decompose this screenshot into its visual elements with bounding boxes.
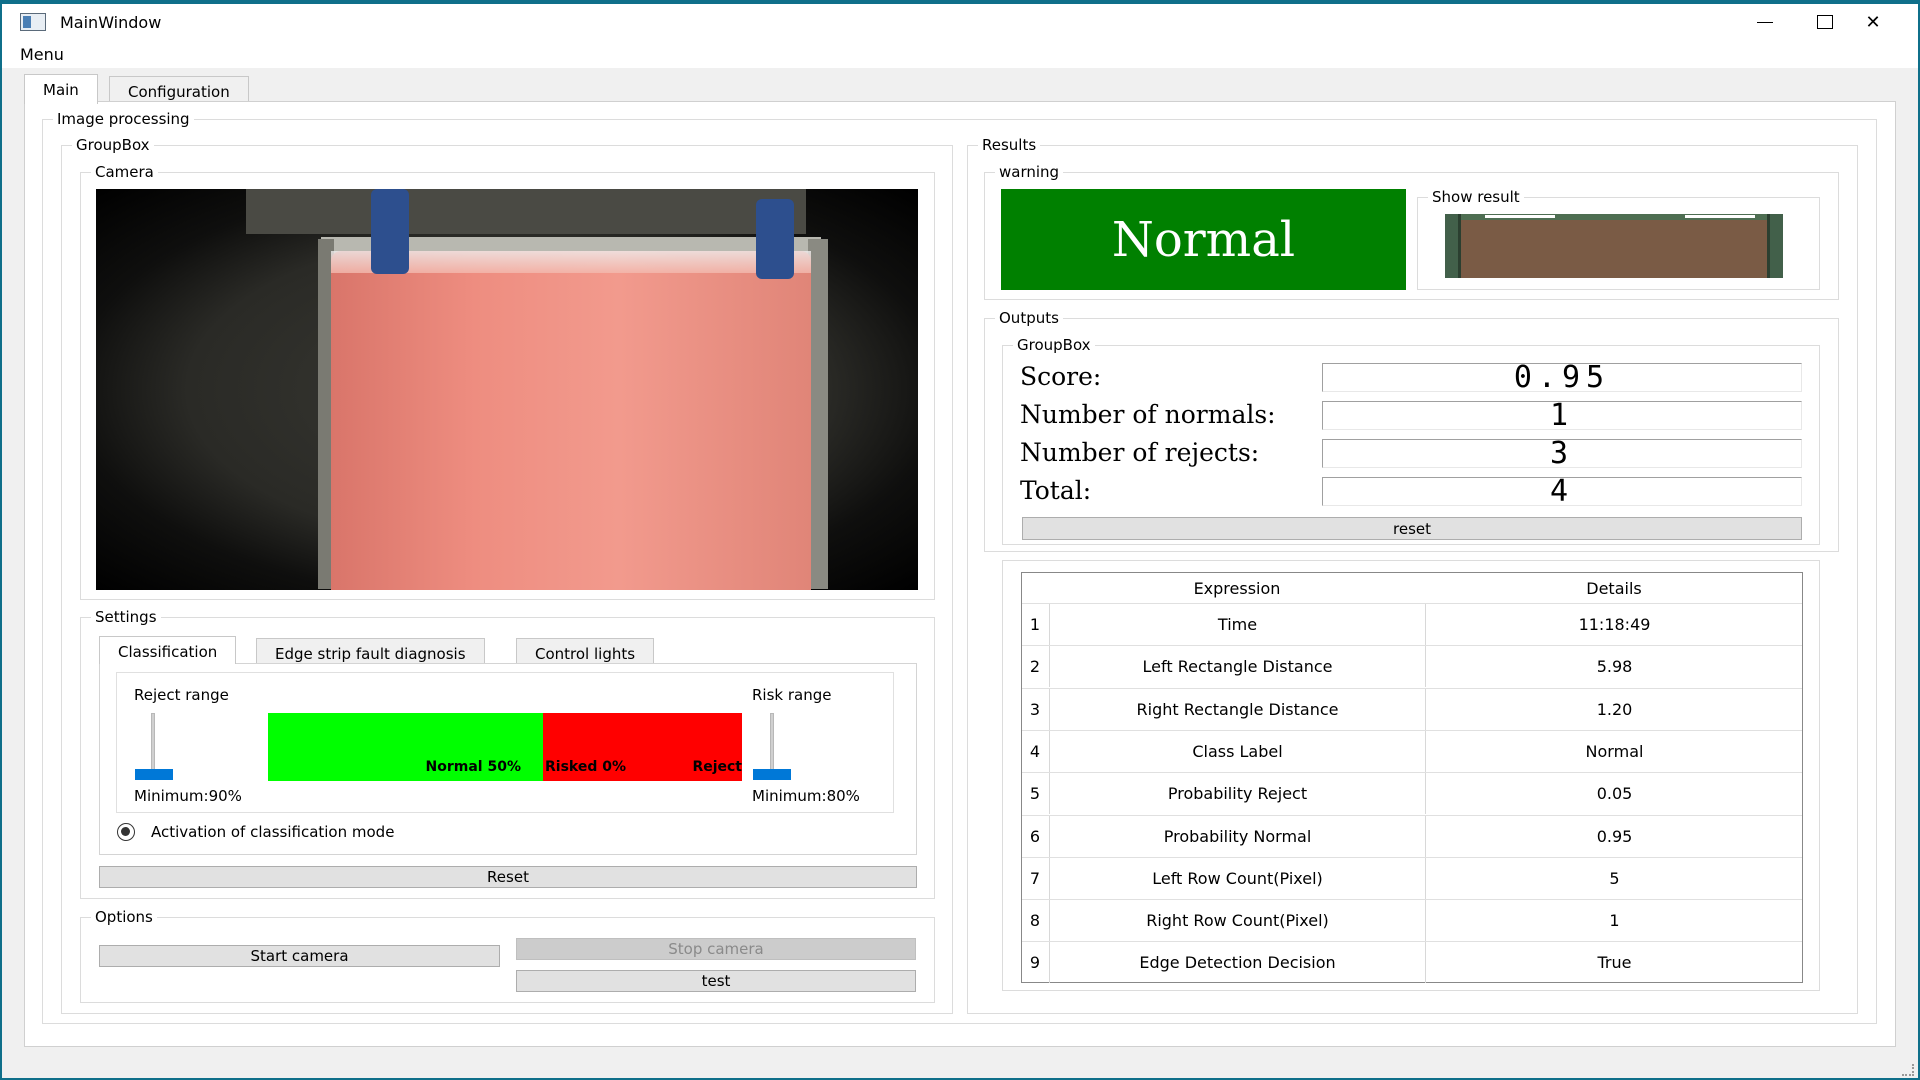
table-cell-expression[interactable]: Probability Normal [1049,815,1425,857]
table-cell-expression[interactable]: Edge Detection Decision [1049,942,1425,984]
number-of-normals-label: Number of normals: [1020,400,1276,429]
table-row-number: 2 [1029,657,1041,677]
menu-item-menu[interactable]: Menu [20,45,64,64]
score-label: Score: [1020,362,1102,391]
table-row[interactable]: 8 Right Row Count(Pixel) 1 [1022,899,1803,942]
total-label: Total: [1020,476,1092,505]
table-cell-details[interactable]: True [1425,942,1803,984]
reject-range-slider-handle[interactable] [135,769,173,780]
menu-bar: Menu [2,40,1918,68]
table-cell-details[interactable]: 0.05 [1425,773,1803,815]
table-row-number: 4 [1029,741,1041,761]
table-row[interactable]: 3 Right Rectangle Distance 1.20 [1022,687,1803,730]
reject-range-slider-track [151,713,155,775]
table-cell-details[interactable]: 5.98 [1425,646,1803,688]
camera-group-title: Camera [91,163,158,181]
table-row-number: 1 [1029,615,1041,634]
table-row-number: 9 [1029,953,1041,973]
tab-main[interactable]: Main [24,74,98,104]
table-cell-details[interactable]: 1 [1425,900,1803,942]
tab-control-lights[interactable]: Control lights [516,638,655,664]
risk-range-slider-track [770,713,774,775]
table-row[interactable]: 6 Probability Normal 0.95 [1022,814,1803,857]
table-cell-expression[interactable]: Probability Reject [1049,773,1425,815]
classification-reject-label: Reject [692,759,742,775]
table-cell-expression[interactable]: Time [1049,604,1425,645]
risk-range-slider-handle[interactable] [753,769,791,780]
tab-edge-strip-fault-diagnosis[interactable]: Edge strip fault diagnosis [256,638,485,664]
test-button[interactable]: test [516,970,916,992]
options-group-title: Options [91,908,157,926]
classification-risked-label: Risked 0% [545,759,627,775]
minimize-icon[interactable] [1742,6,1788,38]
table-cell-expression[interactable]: Right Rectangle Distance [1049,688,1425,730]
table-cell-details[interactable]: 5 [1425,857,1803,899]
table-cell-details[interactable]: 0.95 [1425,815,1803,857]
table-row[interactable]: 4 Class Label Normal [1022,729,1803,772]
outputs-reset-button[interactable]: reset [1022,517,1802,540]
normals-lcd-display: 1 [1322,398,1802,433]
table-cell-expression[interactable]: Right Row Count(Pixel) [1049,900,1425,942]
table-cell-details[interactable]: 1.20 [1425,688,1803,730]
table-cell-details[interactable]: 11:18:49 [1425,604,1803,645]
activation-classification-label: Activation of classification mode [151,823,395,841]
rejects-lcd-display: 3 [1322,436,1802,471]
settings-reset-button[interactable]: Reset [99,866,917,888]
score-lcd-display: 0.95 [1322,360,1802,395]
table-cell-expression[interactable]: Class Label [1049,730,1425,772]
stop-camera-button[interactable]: Stop camera [516,938,916,960]
table-row[interactable]: 7 Left Row Count(Pixel) 5 [1022,856,1803,899]
close-icon[interactable]: ✕ [1850,6,1896,38]
details-table: Expression Details 1 Time 11:18:49 2 Left Re… [1021,572,1803,984]
classification-bar-risk: Risked 0% Reject [543,713,742,781]
app-window-icon [20,13,46,31]
resize-grip-icon[interactable] [1902,1064,1914,1076]
classification-normal-label: Normal 50% [425,759,521,775]
reject-minimum-label: Minimum:90% [134,787,242,805]
table-row-number: 6 [1029,826,1041,846]
table-row[interactable]: 2 Left Rectangle Distance 5.98 [1022,645,1803,688]
table-cell-expression[interactable]: Left Rectangle Distance [1049,646,1425,688]
start-camera-button[interactable]: Start camera [99,945,500,967]
risk-minimum-label: Minimum:80% [752,787,860,805]
show-result-title: Show result [1428,188,1524,206]
table-row[interactable]: 1 Time 11:18:49 [1022,603,1802,645]
total-lcd-display: 4 [1322,474,1802,509]
table-row-number: 8 [1029,911,1041,931]
warning-group-title: warning [995,163,1064,181]
table-row[interactable]: 5 Probability Reject 0.05 [1022,772,1803,815]
reject-range-label: Reject range [134,686,229,704]
outputs-inner-groupbox-title: GroupBox [1013,336,1095,354]
window-title: MainWindow [60,13,162,32]
results-group-title: Results [978,136,1041,154]
outputs-group-title: Outputs [995,309,1063,327]
table-row-number: 7 [1029,868,1041,888]
left-groupbox-title: GroupBox [72,136,154,154]
title-bar: MainWindow ✕ [2,4,1918,40]
activation-classification-radio[interactable] [117,823,135,841]
table-header-details[interactable]: Details [1425,573,1803,603]
table-cell-expression[interactable]: Left Row Count(Pixel) [1049,857,1425,899]
table-header-expression[interactable]: Expression [1049,573,1425,603]
warning-status-indicator: Normal [1001,189,1406,290]
table-cell-details[interactable]: Normal [1425,730,1803,772]
classification-bar-normal: Normal 50% [268,713,543,781]
tab-classification[interactable]: Classification [99,636,237,664]
image-processing-title: Image processing [53,110,194,128]
table-row[interactable]: 9 Edge Detection Decision True [1022,941,1803,984]
table-row-number: 5 [1029,784,1041,804]
settings-group-title: Settings [91,608,161,626]
table-row-number: 3 [1029,699,1041,719]
tab-configuration[interactable]: Configuration [109,76,249,102]
number-of-rejects-label: Number of rejects: [1020,438,1260,467]
maximize-icon[interactable] [1802,6,1848,38]
risk-range-label: Risk range [752,686,832,704]
result-preview-image [1445,214,1783,278]
camera-feed-image [96,189,918,590]
